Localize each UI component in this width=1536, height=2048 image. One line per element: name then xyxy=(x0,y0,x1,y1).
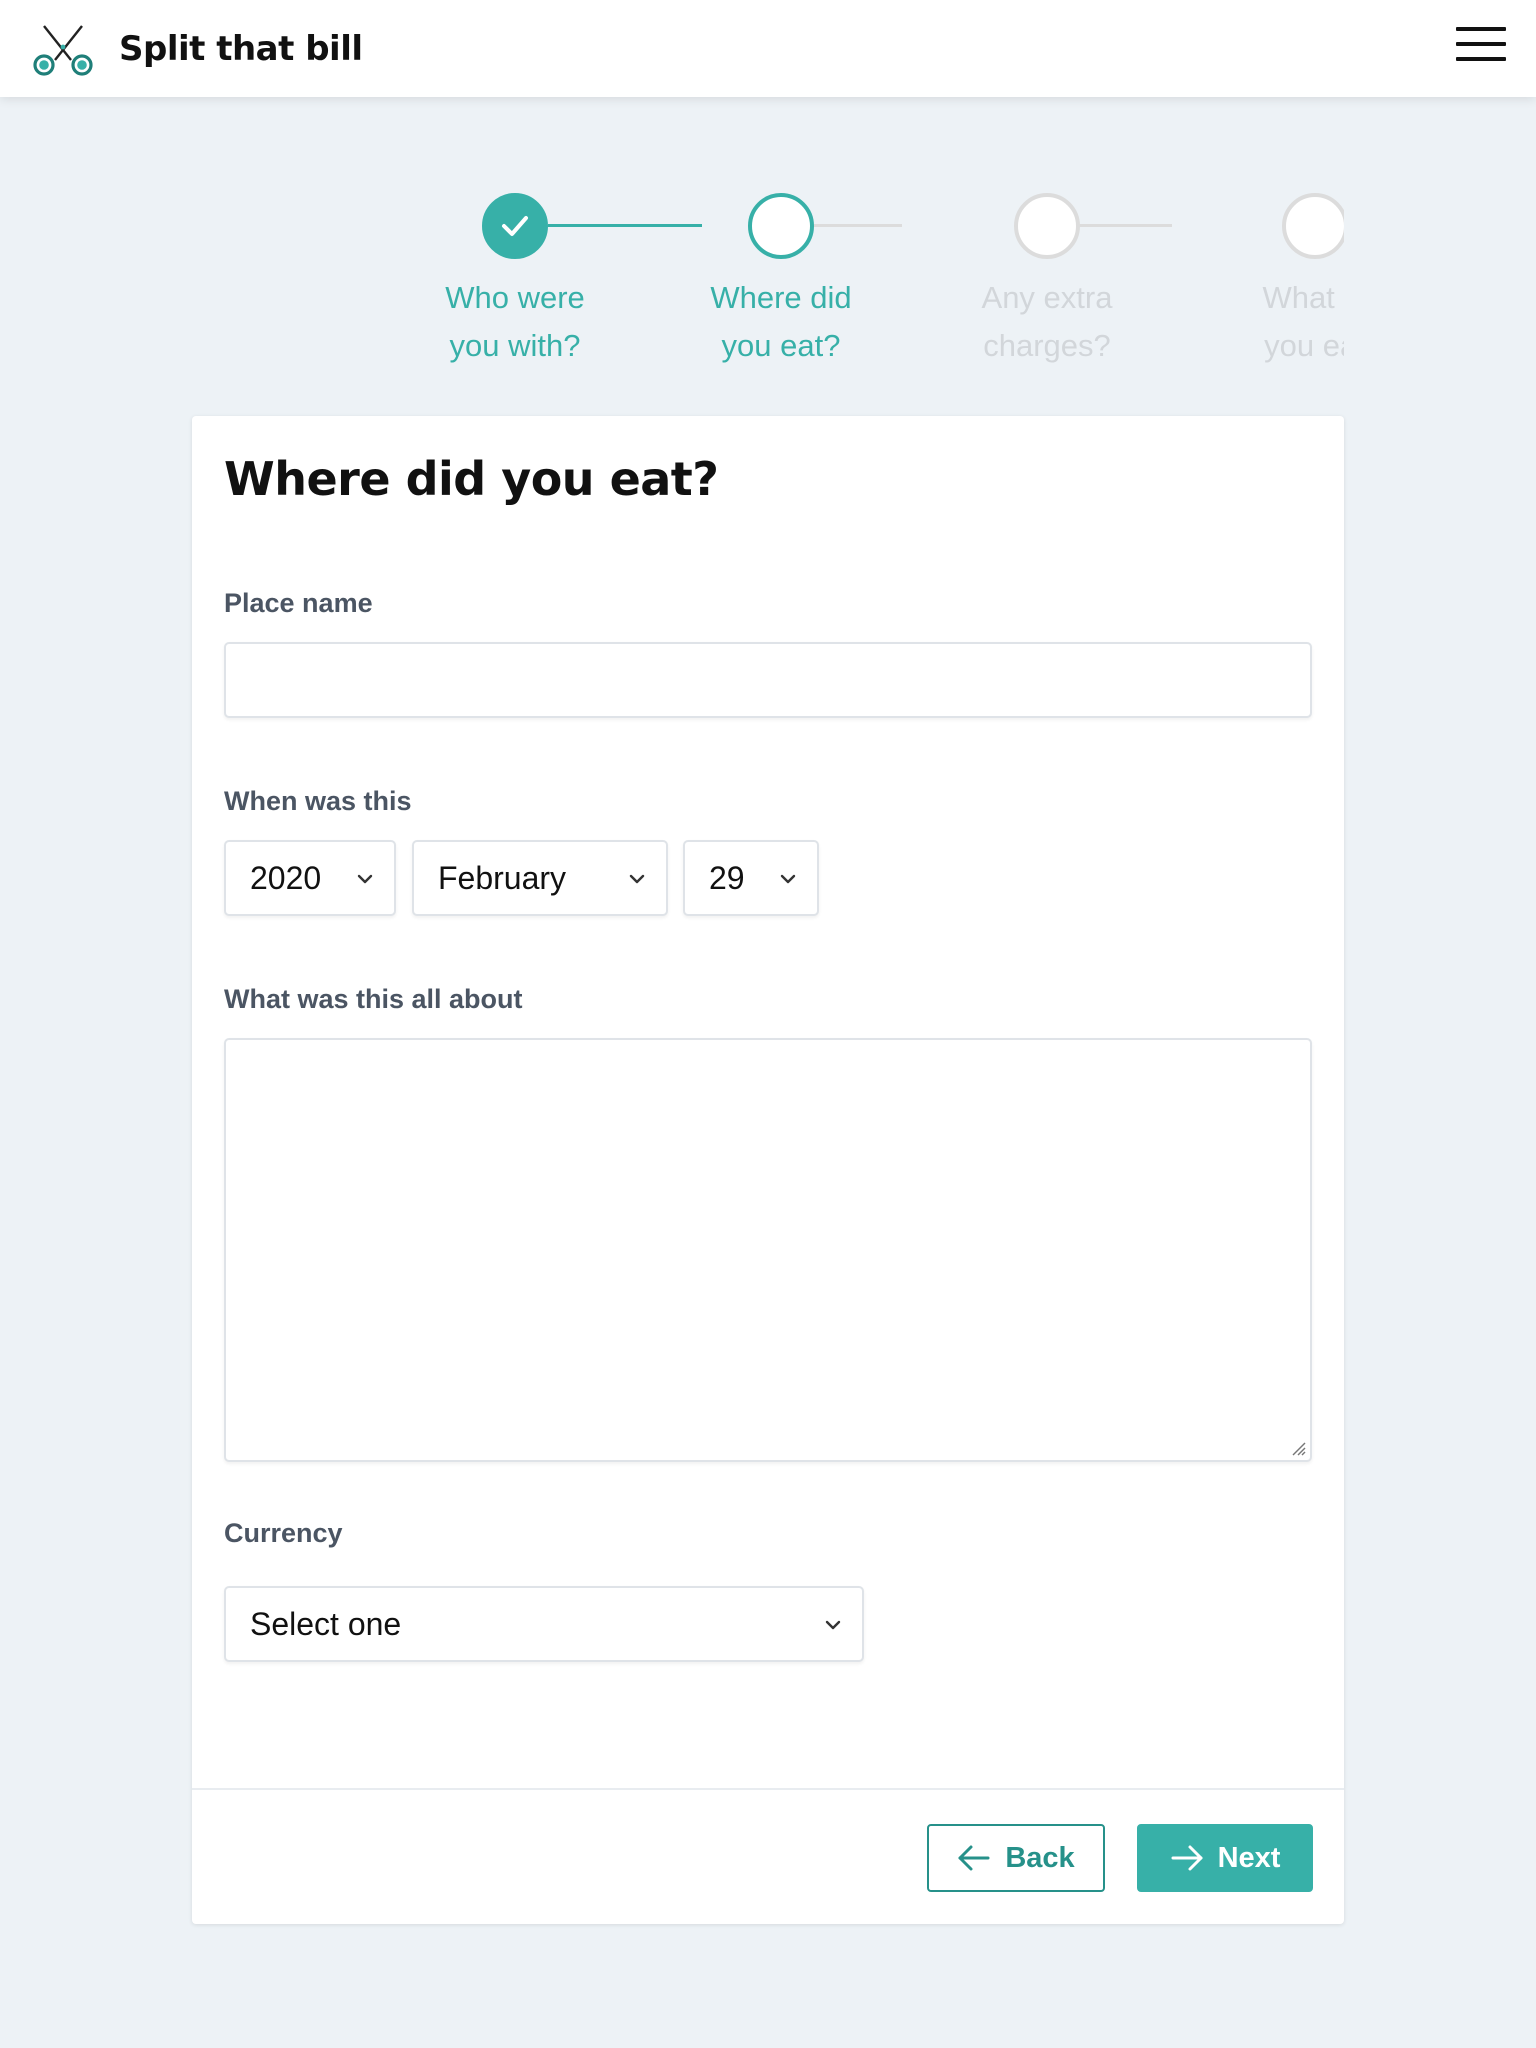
arrow-left-icon xyxy=(958,1845,990,1871)
day-select-value: 29 xyxy=(709,860,745,896)
app-name: Split that bill xyxy=(119,29,363,69)
day-select[interactable]: 29 xyxy=(683,840,819,916)
step-indicator-done xyxy=(482,193,548,259)
chevron-down-icon xyxy=(629,874,645,884)
step-label-line: charges? xyxy=(983,328,1111,363)
step-indicator-current xyxy=(748,193,814,259)
menu-bar xyxy=(1456,27,1506,31)
step-label-line: Where did xyxy=(710,280,852,315)
menu-bar xyxy=(1456,57,1506,61)
step-label: Who were you with? xyxy=(432,274,628,370)
chevron-down-icon xyxy=(780,874,796,884)
chevron-down-icon xyxy=(825,1620,841,1630)
currency-select[interactable]: Select one xyxy=(224,1586,864,1662)
step-connector-done xyxy=(548,224,702,227)
date-label: When was this xyxy=(224,786,412,816)
step-indicator xyxy=(1282,193,1344,259)
currency-select-value: Select one xyxy=(250,1606,402,1642)
next-button[interactable]: Next xyxy=(1137,1824,1313,1892)
resize-handle-icon[interactable] xyxy=(1290,1440,1306,1456)
brand[interactable]: Split that bill xyxy=(30,20,363,78)
place-name-input[interactable] xyxy=(224,642,1312,718)
hamburger-menu-icon[interactable] xyxy=(1456,25,1506,63)
check-icon xyxy=(502,216,528,236)
arrow-right-icon xyxy=(1171,1845,1203,1871)
next-button-label: Next xyxy=(1217,1841,1281,1874)
month-select-value: February xyxy=(438,860,567,896)
year-select[interactable]: 2020 xyxy=(224,840,396,916)
step-label-line: you eat xyxy=(1264,328,1344,363)
step-label: What di you eat xyxy=(1202,274,1344,370)
step-label-line: you with? xyxy=(449,328,581,363)
back-button[interactable]: Back xyxy=(927,1824,1105,1892)
month-select[interactable]: February xyxy=(412,840,668,916)
form-card: Where did you eat? Place name When was t… xyxy=(192,416,1344,1924)
step-label-line: What di xyxy=(1262,280,1344,315)
step-label-line: you eat? xyxy=(721,328,841,363)
step-label: Any extra charges? xyxy=(934,274,1160,370)
year-select-value: 2020 xyxy=(250,860,322,896)
currency-label: Currency xyxy=(224,1518,343,1548)
place-name-label: Place name xyxy=(224,588,373,618)
about-textarea[interactable] xyxy=(224,1038,1312,1462)
progress-stepper: Who were you with? Where did you eat? An… xyxy=(432,190,1344,380)
card-footer: Back Next xyxy=(192,1788,1344,1924)
back-button-label: Back xyxy=(1005,1841,1075,1874)
step-label-line: Any extra xyxy=(981,280,1113,315)
about-label: What was this all about xyxy=(224,984,523,1014)
menu-bar xyxy=(1456,42,1506,46)
app-header: Split that bill xyxy=(0,0,1536,97)
chevron-down-icon xyxy=(357,874,373,884)
scissors-icon xyxy=(33,25,93,76)
step-label-line: Who were xyxy=(445,280,585,315)
step-indicator xyxy=(1014,193,1080,259)
step-label: Where did you eat? xyxy=(668,274,894,370)
page-title: Where did you eat? xyxy=(224,452,719,506)
